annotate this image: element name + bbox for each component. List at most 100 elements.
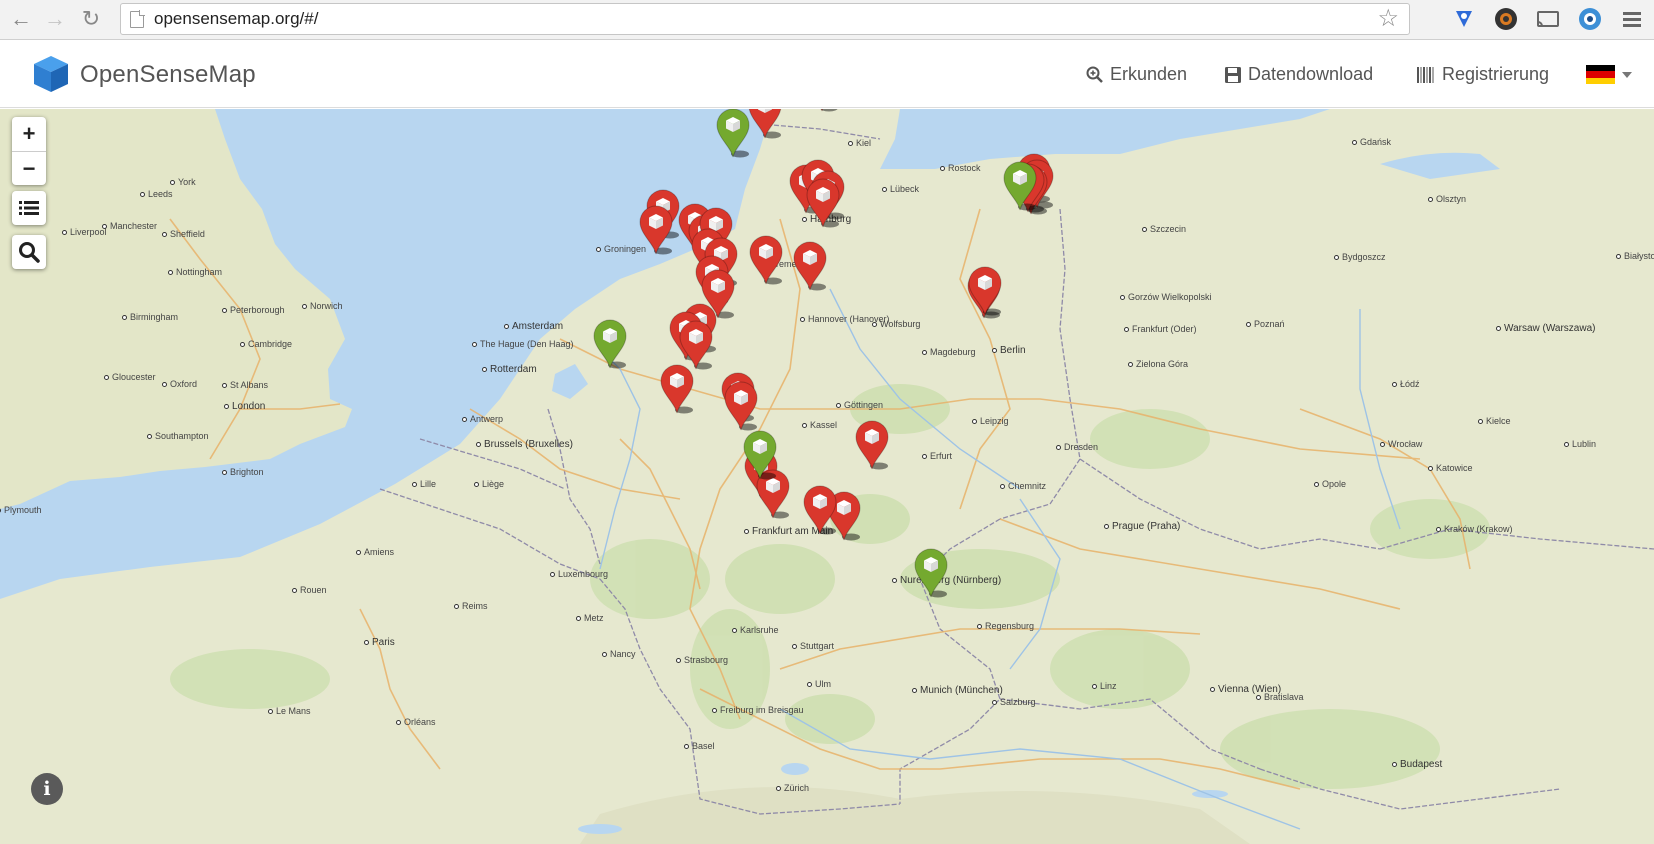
city-dot	[482, 367, 487, 372]
city-label: Bratislava	[1264, 692, 1304, 702]
de-flag-icon[interactable]	[1586, 65, 1615, 84]
city-dot	[992, 700, 997, 705]
search-plus-icon	[1086, 66, 1103, 83]
city-label: Rotterdam	[490, 364, 537, 375]
browser-toolbar: ← → ↻ opensensemap.org/#/ ☆	[0, 0, 1654, 40]
city-label: Metz	[584, 613, 604, 623]
city-dot	[162, 232, 167, 237]
city-label: Gloucester	[112, 372, 156, 382]
station-marker-highlight[interactable]	[590, 318, 630, 370]
city-dot	[162, 382, 167, 387]
city-dot	[1092, 684, 1097, 689]
city-label: Leeds	[148, 189, 173, 199]
nav-explore-label: Erkunden	[1110, 64, 1188, 84]
city-dot	[476, 442, 481, 447]
city-label: Białystok	[1624, 251, 1654, 261]
station-marker[interactable]	[803, 177, 843, 229]
opensensemap-logo-icon[interactable]	[32, 54, 70, 94]
city-label: Nancy	[610, 649, 636, 659]
city-dot	[1000, 484, 1005, 489]
city-label: Birmingham	[130, 312, 179, 322]
station-marker[interactable]	[746, 234, 786, 286]
bookmark-star-icon[interactable]: ☆	[1377, 5, 1399, 33]
cast-icon[interactable]	[1534, 5, 1562, 33]
sensor-map[interactable]: Leeds York Manchester Sheffield Liverpool Not…	[0, 109, 1654, 844]
zoom-out-button[interactable]: −	[12, 151, 46, 185]
nav-register-link[interactable]: Registrierung	[1416, 64, 1549, 85]
city-label: The Hague (Den Haag)	[480, 339, 574, 349]
city-label: Opole	[1322, 479, 1347, 489]
station-marker-highlight[interactable]	[713, 109, 753, 159]
profile-extension-icon[interactable]	[1576, 5, 1604, 33]
station-marker[interactable]	[636, 204, 676, 256]
station-marker[interactable]	[965, 265, 1005, 317]
city-dot	[292, 588, 297, 593]
station-marker[interactable]	[721, 380, 761, 432]
back-arrow-icon[interactable]: ←	[6, 4, 36, 34]
city-label: Liège	[482, 479, 505, 489]
brand-name[interactable]: OpenSenseMap	[80, 61, 256, 89]
city-dot	[62, 230, 67, 235]
camera-extension-icon[interactable]	[1492, 5, 1520, 33]
city-dot	[550, 572, 555, 577]
city-label: Göttingen	[844, 400, 884, 410]
menu-icon[interactable]	[1618, 5, 1646, 33]
city-label: Luxembourg	[558, 569, 609, 579]
city-label: Gdańsk	[1360, 137, 1392, 147]
city-label: Kielce	[1486, 416, 1511, 426]
nav-explore-link[interactable]: Erkunden	[1086, 64, 1187, 85]
sensor-box-pin-icon	[749, 235, 783, 285]
city-dot	[140, 192, 145, 197]
app-navbar: OpenSenseMap Erkunden Datendownload Regi…	[0, 40, 1654, 108]
map-search-button[interactable]	[12, 235, 46, 269]
city-dot	[712, 708, 717, 713]
station-marker-highlight[interactable]	[740, 429, 780, 481]
station-marker-highlight[interactable]	[911, 547, 951, 599]
city-label: Katowice	[1436, 463, 1473, 473]
city-label: Łódź	[1400, 379, 1420, 389]
address-bar[interactable]: opensensemap.org/#/ ☆	[120, 3, 1410, 35]
city-dot	[1246, 322, 1251, 327]
language-caret-icon[interactable]	[1622, 72, 1632, 78]
city-dot	[504, 324, 509, 329]
city-label: Lille	[420, 479, 437, 489]
search-control	[12, 235, 46, 269]
nav-download-link[interactable]: Datendownload	[1224, 64, 1373, 85]
url-text[interactable]: opensensemap.org/#/	[154, 9, 318, 29]
city-label: Strasbourg	[684, 655, 729, 665]
city-label: Berlin	[1000, 345, 1026, 356]
reload-icon[interactable]: ↻	[76, 4, 106, 34]
list-view-button[interactable]	[12, 191, 46, 225]
sensor-box-pin-icon	[803, 485, 837, 535]
city-dot	[222, 308, 227, 313]
city-dot	[268, 709, 273, 714]
city-dot	[1478, 419, 1483, 424]
search-icon	[19, 242, 40, 263]
station-marker-highlight[interactable]	[1000, 160, 1040, 212]
sensor-box-pin-icon	[743, 430, 777, 480]
city-dot	[776, 786, 781, 791]
forward-arrow-icon[interactable]: →	[40, 4, 70, 34]
station-marker[interactable]	[657, 363, 697, 415]
city-label: Ulm	[815, 679, 831, 689]
city-label: Dresden	[1064, 442, 1099, 452]
city-dot	[1428, 466, 1433, 471]
extension-icon[interactable]	[1450, 5, 1478, 33]
station-marker[interactable]	[800, 484, 840, 536]
city-label: Munich (München)	[920, 685, 1003, 696]
info-button[interactable]: i	[31, 773, 63, 805]
station-marker[interactable]	[852, 419, 892, 471]
city-dot	[676, 658, 681, 663]
city-dot	[302, 304, 307, 309]
station-marker[interactable]	[790, 240, 830, 292]
city-label: Zürich	[784, 783, 810, 793]
nav-register-label: Registrierung	[1442, 64, 1550, 84]
city-dot	[1334, 255, 1339, 260]
city-dot	[848, 141, 853, 146]
city-label: Lübeck	[890, 184, 920, 194]
city-dot	[1392, 762, 1397, 767]
station-marker[interactable]	[802, 109, 842, 113]
city-label: Plymouth	[4, 505, 42, 515]
zoom-in-button[interactable]: +	[12, 117, 46, 151]
city-label: Brighton	[230, 467, 264, 477]
